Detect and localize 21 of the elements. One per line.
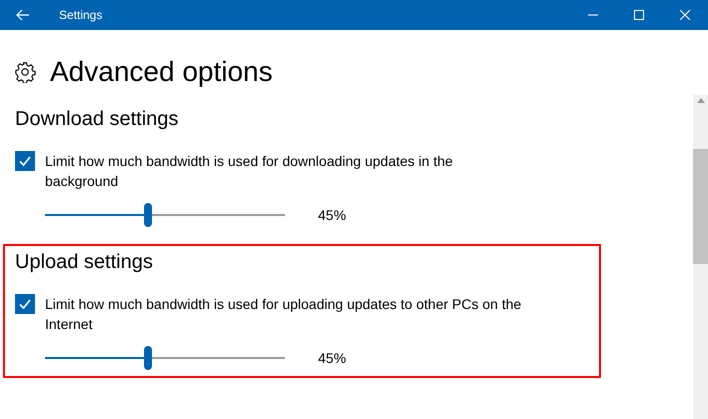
slider-value: 45% xyxy=(318,206,346,224)
gear-icon xyxy=(14,61,36,83)
check-icon xyxy=(18,297,32,311)
checkbox-label: Limit how much bandwidth is used for uploading updates to other PCs on the Internet xyxy=(45,295,522,334)
back-arrow-icon xyxy=(16,9,30,21)
section-heading: Download settings xyxy=(15,107,180,132)
check-icon xyxy=(18,154,32,168)
checkbox[interactable] xyxy=(15,151,35,171)
slider-thumb[interactable] xyxy=(144,203,152,227)
window-title: Settings xyxy=(59,7,102,24)
scrollbar[interactable] xyxy=(693,95,708,419)
maximize-icon xyxy=(634,10,644,20)
section-heading: Upload settings xyxy=(15,250,154,275)
page-title: Advanced options xyxy=(50,56,273,88)
slider[interactable] xyxy=(45,203,285,227)
checkbox-label: Limit how much bandwidth is used for downloading updates in the background xyxy=(45,152,454,191)
slider-value: 45% xyxy=(318,348,346,368)
close-icon xyxy=(680,10,690,20)
slider[interactable] xyxy=(45,346,285,370)
slider-thumb[interactable] xyxy=(144,346,152,370)
checkbox[interactable] xyxy=(15,294,35,314)
